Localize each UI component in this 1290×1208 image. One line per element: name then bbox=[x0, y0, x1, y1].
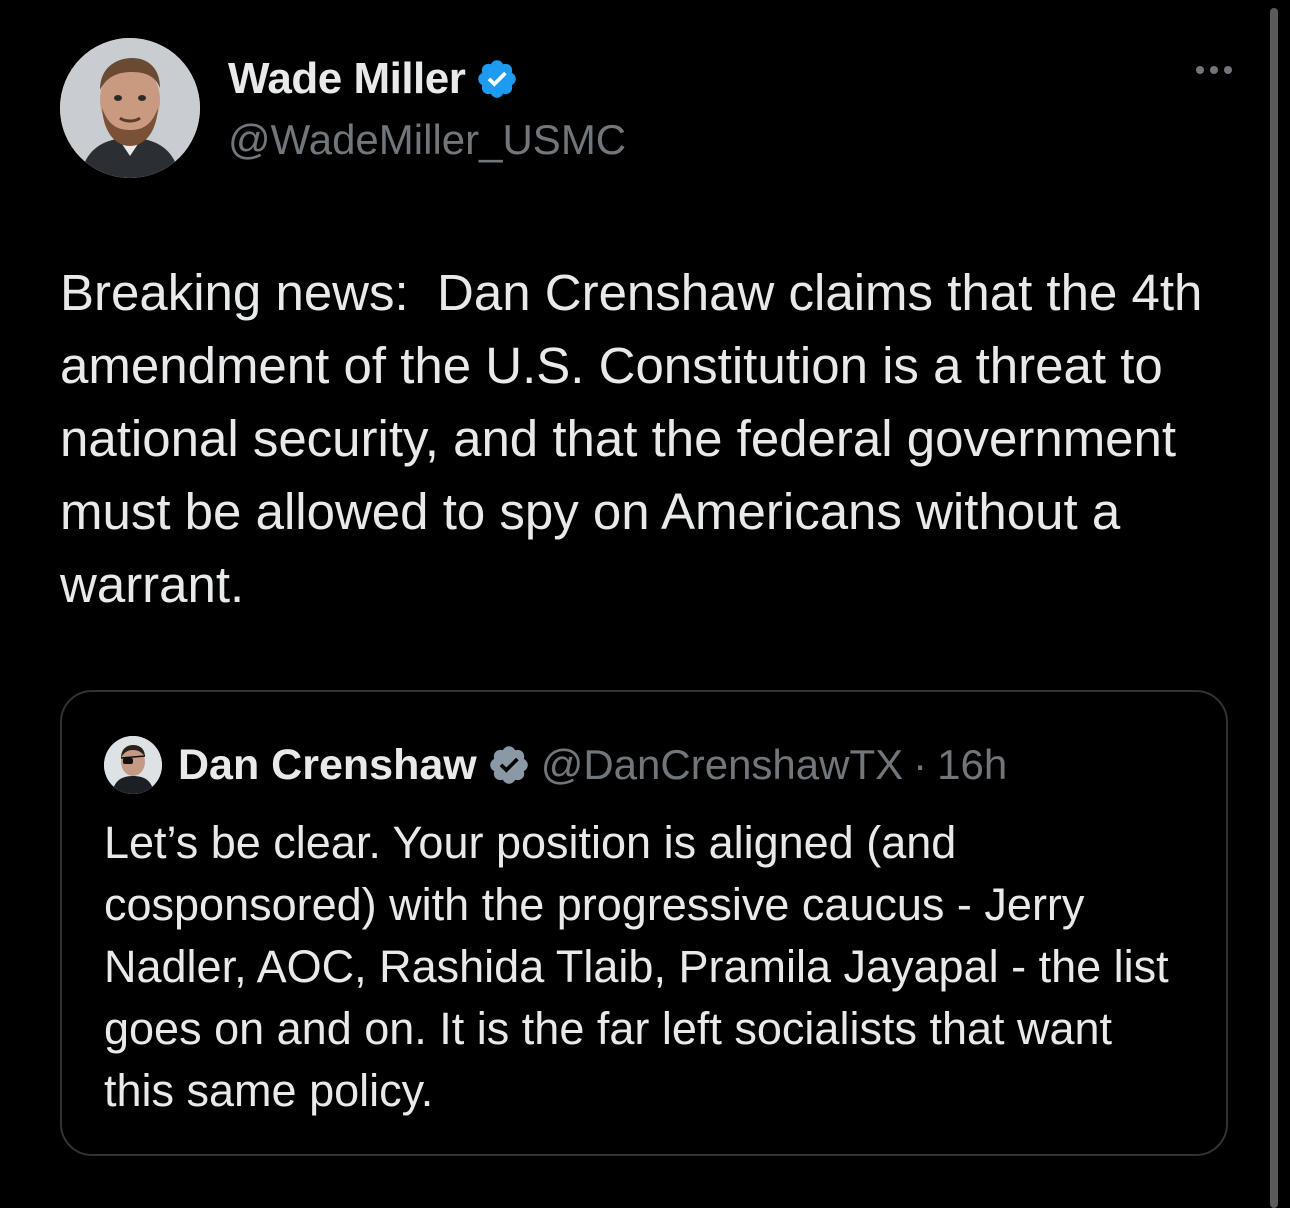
author-display-name[interactable]: Wade Miller bbox=[228, 54, 466, 104]
tweet-text: Breaking news: Dan Crenshaw claims that … bbox=[60, 264, 1217, 613]
quoted-author-handle[interactable]: @DanCrenshawTX bbox=[541, 741, 903, 789]
tweet-header: Wade Miller @WadeMiller_USMC bbox=[60, 38, 1240, 178]
avatar-portrait-icon bbox=[60, 38, 200, 178]
verified-badge-icon bbox=[478, 60, 517, 98]
author-name-row: Wade Miller bbox=[228, 54, 519, 104]
more-options-icon[interactable] bbox=[1196, 66, 1232, 74]
scrollbar[interactable] bbox=[1270, 8, 1278, 1208]
quoted-author-avatar[interactable] bbox=[104, 736, 162, 794]
quoted-author-display-name[interactable]: Dan Crenshaw bbox=[178, 741, 477, 790]
quoted-verified-badge-icon bbox=[489, 746, 528, 784]
author-handle[interactable]: @WadeMiller_USMC bbox=[228, 116, 626, 164]
author-avatar[interactable] bbox=[60, 38, 200, 178]
separator-dot: · bbox=[913, 741, 928, 788]
quoted-tweet-timestamp[interactable]: 16h bbox=[937, 741, 1007, 789]
quoted-tweet-card[interactable]: Dan Crenshaw @DanCrenshawTX · 16h Let’s … bbox=[60, 690, 1228, 1156]
quoted-avatar-portrait-icon bbox=[104, 736, 162, 794]
quoted-tweet-text: Let’s be clear. Your position is aligned… bbox=[104, 817, 1169, 1116]
quoted-tweet-header: Dan Crenshaw @DanCrenshawTX · 16h bbox=[104, 736, 1007, 794]
